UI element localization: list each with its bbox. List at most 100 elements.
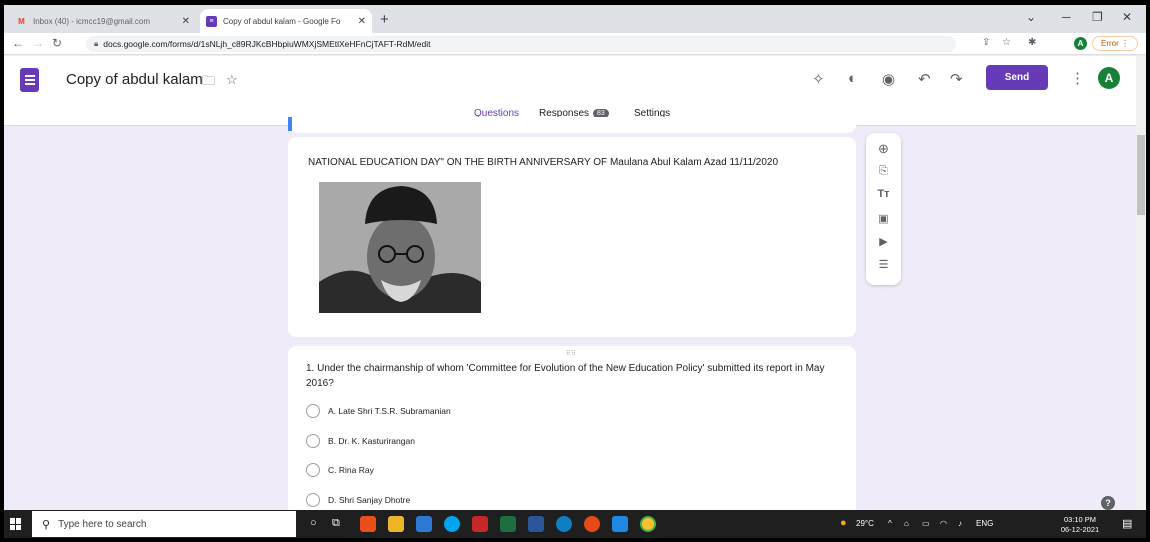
weather-temp[interactable]: 29°C [856,519,874,528]
radio-button[interactable] [306,434,320,448]
extensions-icon[interactable]: ✱ [1028,37,1036,48]
tab-search-icon[interactable]: ⌄ [1026,10,1036,24]
image-title: NATIONAL EDUCATION DAY" ON THE BIRTH ANN… [308,157,779,168]
addons-icon[interactable]: ✧ [812,70,825,88]
drag-handle-icon[interactable]: ⠿⠿ [566,350,577,357]
radio-button[interactable] [306,463,320,477]
help-icon[interactable]: ? [1101,496,1115,510]
close-icon[interactable]: ✕ [182,16,190,27]
tab-title: Copy of abdul kalam - Google Fo [223,16,341,26]
close-window-icon[interactable]: ✕ [1122,10,1132,24]
tab-forms[interactable]: ≡ Copy of abdul kalam - Google Fo ✕ [200,9,372,33]
forms-logo-icon[interactable] [20,68,39,92]
form-title[interactable]: Copy of abdul kalam [66,71,203,88]
photos-icon[interactable] [612,516,628,532]
import-questions-icon[interactable]: ⎘ [866,165,901,178]
browser-tab-strip: M Inbox (40) - icmcc19@gmail.com ✕ ≡ Cop… [4,5,1146,33]
tray-chevron-icon[interactable]: ^ [888,519,892,528]
search-icon: ⚲ [42,518,51,531]
reload-icon[interactable]: ↻ [52,36,62,50]
clock-time: 03:10 PM [1063,515,1097,524]
edge-icon[interactable] [556,516,572,532]
url-text: docs.google.com/forms/d/1sNLjh_c89RJKcBH… [103,39,431,49]
windows-taskbar: ⚲ Type here to search ○ ⧉ ● 29°C ^ ⌂ ▭ ◠… [4,510,1146,538]
lock-icon: 🔒︎ [94,39,99,48]
new-tab-icon[interactable]: + [380,11,389,28]
page-scrollbar[interactable] [1136,56,1146,510]
windows-start-icon[interactable] [10,518,22,530]
previous-card[interactable] [288,117,856,133]
radio-button[interactable] [306,493,320,507]
browser-toolbar: ← → ↻ 🔒︎ docs.google.com/forms/d/1sNLjh_… [4,33,1146,55]
back-icon[interactable]: ← [12,36,24,50]
option-c[interactable]: C. Rina Ray [306,463,374,477]
add-image-icon[interactable]: ▣ [866,212,901,225]
office-icon[interactable] [360,516,376,532]
send-button[interactable]: Send [986,65,1048,90]
clock[interactable]: 03:10 PM 06-12-2021 [1054,515,1106,535]
volume-icon[interactable]: ♪ [958,519,962,528]
add-question-icon[interactable]: ⊕ [866,141,901,157]
option-label: B. Dr. K. Kasturirangan [328,436,415,446]
scrollbar-thumb[interactable] [1137,135,1145,215]
restore-icon[interactable]: ❐ [1092,10,1103,24]
option-b[interactable]: B. Dr. K. Kasturirangan [306,434,415,448]
gmail-icon: M [18,16,25,26]
minimize-icon[interactable]: ─ [1062,10,1071,24]
error-button[interactable]: Error ⋮ [1092,36,1138,51]
palette-icon[interactable]: ◐ [848,70,857,87]
error-label: Error [1100,39,1119,48]
weather-icon: ● [840,517,847,529]
tab-gmail[interactable]: M Inbox (40) - icmcc19@gmail.com ✕ [10,9,196,33]
cortana-icon[interactable]: ○ [310,517,317,529]
bookmark-star-icon[interactable]: ☆ [1002,37,1011,48]
chrome-icon[interactable] [640,516,656,532]
star-icon[interactable]: ☆ [226,72,238,88]
side-toolbar: ⊕ ⎘ Tт ▣ ▶ ☰ [866,133,901,285]
question-text: 1. Under the chairmanship of whom 'Commi… [306,363,825,389]
profile-avatar[interactable]: A [1074,37,1087,50]
selected-indicator [288,117,292,131]
file-explorer-icon[interactable] [388,516,404,532]
tab-title: Inbox (40) - icmcc19@gmail.com [33,16,151,26]
forward-icon[interactable]: → [32,36,44,50]
option-label: C. Rina Ray [328,465,374,475]
task-view-icon[interactable]: ⧉ [332,517,340,530]
account-avatar[interactable]: A [1098,67,1120,89]
taskbar-search-input[interactable]: ⚲ Type here to search [32,511,296,537]
excel-icon[interactable] [500,516,516,532]
option-d[interactable]: D. Shri Sanjay Dhotre [306,493,410,507]
network-icon[interactable]: ⌂ [904,519,909,528]
add-title-icon[interactable]: Tт [866,188,901,200]
image-card[interactable]: NATIONAL EDUCATION DAY" ON THE BIRTH ANN… [288,137,856,337]
cortana-app-icon[interactable] [444,516,460,532]
add-video-icon[interactable]: ▶ [866,235,901,248]
media-player-icon[interactable] [584,516,600,532]
store-icon[interactable] [416,516,432,532]
search-placeholder: Type here to search [58,518,147,530]
language-indicator[interactable]: ENG [976,519,993,528]
redo-icon[interactable]: ↷ [950,70,963,88]
undo-icon[interactable]: ↶ [918,70,931,88]
more-options-icon[interactable]: ⋮ [1070,69,1085,87]
portrait-image[interactable] [319,182,481,313]
address-bar[interactable]: 🔒︎ docs.google.com/forms/d/1sNLjh_c89RJK… [86,36,956,52]
option-label: A. Late Shri T.S.R. Subramanian [328,406,451,416]
radio-button[interactable] [306,404,320,418]
notification-icon[interactable]: ▤ [1122,517,1132,530]
close-icon[interactable]: ✕ [358,16,366,27]
battery-icon[interactable]: ▭ [922,519,930,528]
forms-icon: ≡ [206,15,217,27]
option-a[interactable]: A. Late Shri T.S.R. Subramanian [306,404,451,418]
word-icon[interactable] [528,516,544,532]
folder-icon[interactable]: 🗀︎ [202,72,215,94]
add-section-icon[interactable]: ☰ [866,258,901,271]
option-label: D. Shri Sanjay Dhotre [328,495,411,505]
wifi-icon[interactable]: ◠ [940,519,947,528]
forms-header: Copy of abdul kalam 🗀︎ ☆ ✧ ◐ ◉ ↶ ↷ Send … [4,56,1136,126]
share-icon[interactable]: ⇪ [982,37,990,48]
desktop-screen: M Inbox (40) - icmcc19@gmail.com ✕ ≡ Cop… [4,5,1146,538]
mcafee-icon[interactable] [472,516,488,532]
preview-eye-icon[interactable]: ◉ [882,70,895,88]
clock-date: 06-12-2021 [1060,525,1100,534]
